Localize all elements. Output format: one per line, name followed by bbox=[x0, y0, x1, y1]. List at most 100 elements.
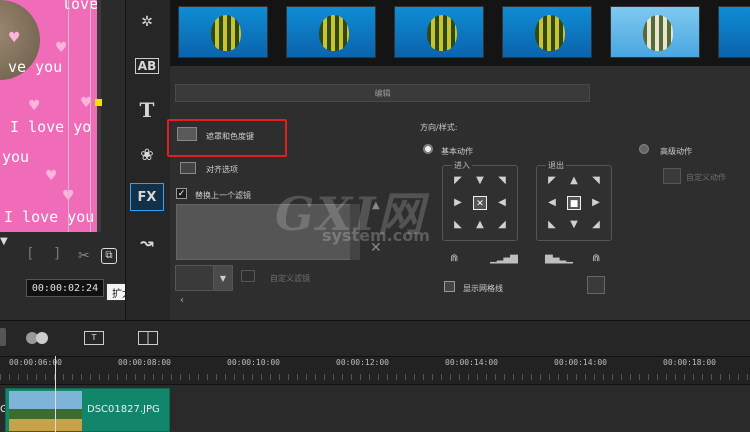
replace-filter-label: 替换上一个滤镜 bbox=[195, 191, 251, 200]
exit-center-icon[interactable]: ■ bbox=[567, 196, 581, 210]
media-tool-icon[interactable]: ✲ bbox=[130, 8, 164, 36]
preview-text-line: ve you bbox=[8, 58, 63, 76]
arrow-right-icon[interactable]: ▶ bbox=[589, 196, 603, 210]
mark-out-icon[interactable]: ] bbox=[54, 246, 59, 262]
motion-track-icon[interactable] bbox=[26, 330, 52, 346]
arrow-down-right-icon[interactable]: ◢ bbox=[495, 218, 509, 232]
balloon-image bbox=[535, 15, 565, 51]
show-grid-label: 显示网格线 bbox=[463, 284, 503, 293]
title-tool-icon[interactable]: T bbox=[130, 96, 164, 124]
enter-label: 进入 bbox=[452, 160, 472, 171]
exit-ease-icon[interactable]: ▆▄▂▁ bbox=[545, 253, 573, 264]
custom-motion-button[interactable]: 自定义动作 bbox=[686, 172, 726, 183]
align-options-icon[interactable] bbox=[180, 162, 196, 174]
arrow-up-icon[interactable]: ▲ bbox=[473, 218, 487, 232]
arrow-up-left-icon[interactable]: ◤ bbox=[545, 174, 559, 188]
heart-icon: ♥ bbox=[45, 168, 58, 184]
ruler-tick-label: 00:00:12:00 bbox=[336, 358, 389, 367]
effect-thumbnail[interactable] bbox=[502, 6, 592, 58]
resize-handle[interactable] bbox=[95, 99, 102, 106]
fx-filter-tool[interactable]: FX bbox=[130, 183, 164, 211]
exit-label: 退出 bbox=[546, 160, 566, 171]
transition-tool[interactable]: AB bbox=[130, 52, 164, 80]
clip-name: DSC01827.JPG bbox=[87, 404, 160, 415]
arrow-left-icon[interactable]: ◀ bbox=[495, 196, 509, 210]
ruler-tick-label: 00:00:08:00 bbox=[118, 358, 171, 367]
effect-thumbnail[interactable] bbox=[178, 6, 268, 58]
toolbar-button-icon[interactable] bbox=[0, 328, 6, 346]
arrow-up-right-icon[interactable]: ◥ bbox=[589, 174, 603, 188]
chevron-down-icon[interactable]: ▼ bbox=[213, 265, 233, 291]
path-motion-tool-icon[interactable]: ↝ bbox=[130, 228, 164, 256]
advanced-motion-label: 高级动作 bbox=[660, 147, 692, 156]
balloon-image bbox=[643, 15, 673, 51]
preview-text-line: I love yo bbox=[10, 118, 92, 136]
heart-icon: ♥ bbox=[28, 98, 41, 114]
arrow-down-left-icon[interactable]: ◣ bbox=[451, 218, 465, 232]
arrow-up-right-icon[interactable]: ◥ bbox=[495, 174, 509, 188]
enter-direction-group: ◤ ▼ ◥ ▶ ✕ ◀ ◣ ▲ ◢ bbox=[442, 165, 518, 241]
arrow-right-icon[interactable]: ▶ bbox=[451, 196, 465, 210]
enter-ease-icon[interactable]: ▁▂▄▆ bbox=[490, 253, 518, 264]
circle-shape bbox=[36, 332, 48, 344]
mask-chroma-button[interactable]: 遮罩和色度键 bbox=[206, 131, 254, 142]
heart-icon: ♥ bbox=[55, 40, 68, 56]
arrow-up-icon[interactable]: ▲ bbox=[567, 174, 581, 188]
effect-thumbnail[interactable] bbox=[718, 6, 750, 58]
custom-filter-button[interactable]: 自定义滤镜 bbox=[270, 273, 310, 284]
preview-text-line: I love you bbox=[4, 208, 95, 226]
basic-motion-radio[interactable] bbox=[423, 144, 433, 154]
timecode-display[interactable]: 00:00:02:24 bbox=[26, 279, 104, 297]
effect-thumbnail[interactable] bbox=[394, 6, 484, 58]
replace-filter-checkbox[interactable]: ✓ bbox=[176, 188, 187, 199]
enlarge-icon[interactable]: ⧉ bbox=[101, 248, 117, 264]
clip-thumbnail bbox=[9, 391, 82, 431]
advanced-motion-radio[interactable] bbox=[639, 144, 649, 154]
preview-frame bbox=[97, 0, 101, 232]
arrow-down-left-icon[interactable]: ◣ bbox=[545, 218, 559, 232]
arrow-left-icon[interactable]: ◀ bbox=[545, 196, 559, 210]
timeline-toolbar bbox=[0, 320, 750, 356]
balloon-image bbox=[319, 15, 349, 51]
enter-pause-icon[interactable]: ⋒ bbox=[450, 253, 458, 264]
heart-icon: ♥ bbox=[8, 30, 21, 46]
effect-thumbnail[interactable] bbox=[610, 6, 700, 58]
show-grid-checkbox[interactable] bbox=[444, 281, 455, 292]
mask-chroma-icon[interactable] bbox=[177, 127, 197, 141]
effect-thumbnail[interactable] bbox=[286, 6, 376, 58]
exit-direction-group: ◤ ▲ ◥ ◀ ■ ▶ ◣ ▼ ◢ bbox=[536, 165, 612, 241]
trim-marker-icon[interactable]: ▼ bbox=[0, 236, 10, 248]
direction-style-label: 方向/样式: bbox=[420, 123, 458, 132]
ruler-tick-label: 00:00:14:00 bbox=[445, 358, 498, 367]
watermark-domain: system.com bbox=[322, 226, 430, 245]
preview-canvas[interactable]: love ve you I love yo you I love you ♥ ♥… bbox=[0, 0, 100, 232]
mark-in-icon[interactable]: [ bbox=[28, 246, 33, 262]
ruler-tick-label: 00:00:18:00 bbox=[663, 358, 716, 367]
align-options-button[interactable]: 对齐选项 bbox=[206, 164, 238, 175]
playhead[interactable] bbox=[55, 356, 56, 432]
scissors-icon[interactable]: ✂ bbox=[78, 248, 90, 264]
preview-text-line: you bbox=[2, 148, 30, 166]
ruler-tick-label: 00:00:14:00 bbox=[554, 358, 607, 367]
ruler-minor-ticks bbox=[0, 374, 750, 380]
guide-line bbox=[90, 0, 91, 232]
ab-transition-icon: AB bbox=[134, 58, 160, 74]
custom-motion-icon[interactable] bbox=[663, 168, 681, 184]
enter-center-icon[interactable]: ✕ bbox=[473, 196, 487, 210]
basic-motion-label: 基本动作 bbox=[441, 147, 473, 156]
guide-line bbox=[68, 0, 69, 232]
arrow-down-icon[interactable]: ▼ bbox=[473, 174, 487, 188]
balloon-image bbox=[211, 15, 241, 51]
chevron-left-icon[interactable]: ‹ bbox=[180, 295, 184, 306]
arrow-down-icon[interactable]: ▼ bbox=[567, 218, 581, 232]
tab-edit[interactable]: 编辑 bbox=[175, 84, 590, 102]
graphics-tool-icon[interactable]: ❀ bbox=[130, 140, 164, 168]
arrow-up-left-icon[interactable]: ◤ bbox=[451, 174, 465, 188]
grid-settings-icon[interactable] bbox=[587, 276, 605, 294]
ruler-tick-label: 00:00:10:00 bbox=[227, 358, 280, 367]
custom-filter-icon[interactable] bbox=[241, 270, 255, 282]
exit-pause-icon[interactable]: ⋒ bbox=[592, 253, 600, 264]
arrow-down-right-icon[interactable]: ◢ bbox=[589, 218, 603, 232]
multi-trim-icon[interactable] bbox=[138, 331, 158, 345]
title-track-icon[interactable]: T bbox=[84, 331, 104, 345]
